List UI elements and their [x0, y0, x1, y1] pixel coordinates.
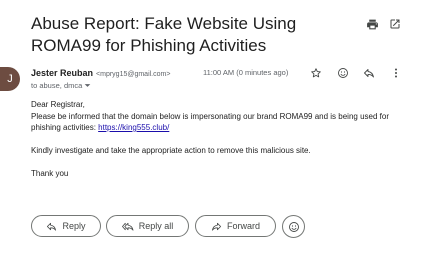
- reply-button[interactable]: Reply: [31, 215, 101, 237]
- reply-all-button[interactable]: Reply all: [106, 215, 189, 237]
- email-timestamp: 11:00 AM (0 minutes ago): [203, 68, 289, 77]
- sender-email: <mpryg15@gmail.com>: [96, 71, 171, 78]
- email-body: Dear Registrar, Please be informed that …: [31, 99, 403, 180]
- forward-button[interactable]: Forward: [195, 215, 276, 237]
- forward-button-label: Forward: [226, 221, 260, 231]
- body-paragraph-1-text: Please be informed that the domain below…: [31, 111, 389, 133]
- more-options-button[interactable]: [389, 66, 403, 80]
- print-icon: [366, 19, 378, 29]
- reply-icon: [364, 69, 374, 78]
- emoji-reaction-icon: [338, 68, 348, 78]
- forward-icon: [211, 222, 222, 231]
- add-reaction-button[interactable]: [336, 66, 350, 80]
- body-paragraph-2: Kindly investigate and take the appropri…: [31, 146, 311, 155]
- body-paragraph-1: Please be informed that the domain below…: [31, 111, 403, 134]
- star-icon: [311, 68, 321, 78]
- sender-avatar[interactable]: J: [0, 67, 20, 91]
- recipients-text: to abuse, dmca: [31, 81, 83, 90]
- chevron-down-icon[interactable]: [84, 82, 91, 89]
- reply-all-button-label: Reply all: [138, 221, 174, 231]
- body-closing: Thank you: [31, 169, 69, 178]
- reply-icon-button[interactable]: [362, 66, 376, 80]
- sender-name[interactable]: Jester Reuban: [31, 68, 93, 78]
- body-greeting: Dear Registrar,: [31, 100, 85, 109]
- reply-all-icon: [121, 222, 134, 231]
- open-in-new-window-icon: [390, 19, 400, 29]
- phishing-link[interactable]: https://king555.club/: [98, 123, 169, 132]
- recipients-line[interactable]: to abuse, dmca: [31, 81, 91, 90]
- reply-button-label: Reply: [62, 221, 86, 231]
- emoji-reaction-icon: [288, 221, 299, 232]
- avatar-initial: J: [7, 73, 13, 85]
- emoji-reaction-button[interactable]: [282, 215, 305, 238]
- star-button[interactable]: [309, 66, 323, 80]
- reply-icon: [47, 222, 57, 231]
- email-subject: Abuse Report: Fake Website Using ROMA99 …: [31, 14, 297, 55]
- print-button[interactable]: [364, 16, 380, 32]
- open-in-new-window-button[interactable]: [387, 16, 403, 32]
- more-vert-icon: [395, 68, 397, 78]
- sender-info: Jester Reuban <mpryg15@gmail.com>: [31, 67, 170, 81]
